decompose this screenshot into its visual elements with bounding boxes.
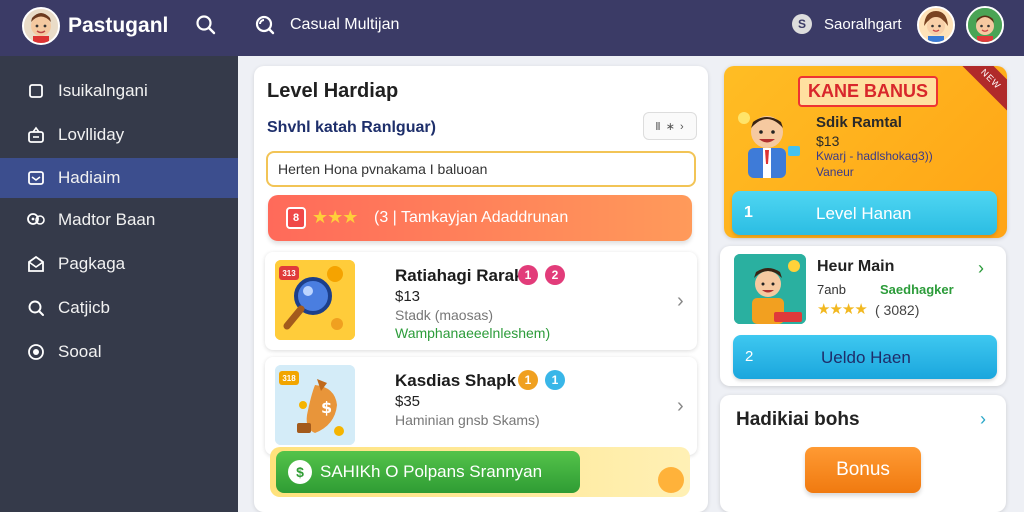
page-title: Level Hardiap (267, 80, 399, 102)
mode-label[interactable]: Casual Multijan (290, 16, 399, 34)
mascot-icon (738, 112, 800, 178)
sidebar-item-label: Pagkaga (58, 254, 126, 273)
mail-icon (26, 168, 46, 188)
sidebar-item-label: Catjicb (58, 298, 110, 317)
sidebar-item-social[interactable]: Sooal (0, 332, 238, 372)
product-price: $13 (395, 288, 421, 305)
bonus-price: $13 (816, 133, 840, 149)
coin-icon (658, 467, 684, 493)
price-tag: 318 (279, 371, 299, 385)
top-bar: Pastuganl Casual Multijan S Saoralhgart (0, 0, 1024, 56)
target-icon (26, 342, 46, 362)
count-badge: 1 (518, 370, 538, 390)
sidebar-item-home[interactable]: Isuikalngani (0, 71, 238, 111)
user-status-icon: S (792, 14, 812, 34)
search-icon (26, 298, 46, 318)
coin-icon: $ (288, 460, 312, 484)
sidebar-item-friends[interactable]: Madtor Baan (0, 200, 238, 240)
bonus-name: Sdik Ramtal (816, 114, 902, 131)
rating-count: ( 3082) (875, 302, 920, 318)
discover-icon[interactable] (252, 12, 278, 38)
girl-face-icon (919, 8, 953, 42)
sidebar-item-label: Madtor Baan (58, 210, 156, 229)
new-ribbon: NEW (954, 66, 1007, 116)
page-subtitle: Shvhl katah Ranlguar) (267, 119, 436, 136)
product-name: Kasdias Shapk (395, 371, 516, 390)
sidebar-item-packages[interactable]: Pagkaga (0, 244, 238, 284)
sidebar-item-label: Lovlliday (58, 125, 125, 144)
video-number: 2 (745, 348, 754, 365)
product-note: Wamphanaeeelnleshem) (395, 325, 551, 341)
sidebar: Isuikalngani Lovlliday Hadiaim Madtor Ba… (0, 56, 238, 512)
product-name: Ratiahagi Rarak (395, 266, 524, 285)
count-badge: 2 (545, 265, 565, 285)
action-bar: $ SAHIKh O Polpans Srannyan (270, 447, 690, 497)
sidebar-item-activity[interactable]: Lovlliday (0, 115, 238, 155)
video-button[interactable]: 2 Ueldo Haen (733, 335, 997, 379)
hero-tag: Saedhagker (880, 282, 954, 297)
badge-icon: 8 (286, 207, 306, 229)
level-label: Level Hanan (816, 204, 912, 223)
search-icon[interactable] (193, 12, 219, 38)
search-input[interactable] (266, 151, 696, 187)
sidebar-item-label: Sooal (58, 342, 102, 361)
character-icon (734, 254, 806, 324)
star-rating: ★★★★ (817, 301, 868, 318)
sidebar-item-search[interactable]: Catjicb (0, 288, 238, 328)
product-price: $35 (395, 393, 421, 410)
hero-thumbnail[interactable] (734, 254, 806, 324)
tips-title: Hadikiai bohs (736, 409, 860, 430)
count-badge: 1 (545, 370, 565, 390)
promo-text: (3 | Tamkayjan Adaddrunan (374, 209, 569, 226)
chevron-right-icon[interactable]: › (980, 409, 986, 430)
tips-card: Hadikiai bohs › Bonus (720, 395, 1006, 512)
price-tag: 313 (279, 266, 299, 280)
bonus-detail: Vaneur (816, 165, 854, 179)
product-description: Stadk (maosas) (395, 307, 494, 323)
list-item[interactable]: $ 318 Kasdias Shapk 1 1 $35 Haminian gns… (265, 357, 697, 455)
level-button[interactable]: 1 Level Hanan (732, 191, 997, 235)
chevron-right-icon[interactable]: › (978, 258, 984, 279)
level-panel: Level Hardiap Shvhl katah Ranlguar) Ⅱ ∗ … (254, 66, 708, 512)
play-now-button[interactable]: $ SAHIKh O Polpans Srannyan (276, 451, 580, 493)
money-bag-thumbnail: $ 318 (275, 365, 355, 445)
level-number: 1 (744, 204, 753, 221)
bonus-button[interactable]: Bonus (805, 447, 921, 493)
sidebar-item-label: Hadiaim (58, 168, 121, 187)
list-item[interactable]: 313 Ratiahagi Rarak 1 2 $13 Stadk (maosa… (265, 252, 697, 350)
boy-face-icon (24, 9, 58, 43)
sidebar-item-messages[interactable]: Hadiaim (0, 158, 238, 198)
chevron-right-icon[interactable]: › (677, 290, 684, 313)
user-name[interactable]: Saoralhgart (824, 16, 902, 33)
play-now-label: SAHIKh O Polpans Srannyan (320, 462, 543, 481)
app-name: Pastuganl (68, 14, 169, 37)
bonus-title: KANE BANUS (798, 76, 939, 107)
sidebar-item-label: Isuikalngani (58, 81, 148, 100)
hero-subtitle: 7anb (817, 282, 846, 297)
magnifier-thumbnail: 313 (275, 260, 355, 340)
count-badge: 1 (518, 265, 538, 285)
boy-face-icon (968, 8, 1002, 42)
svg-text:$: $ (321, 398, 332, 417)
brand-avatar[interactable] (22, 7, 60, 45)
video-label: Ueldo Haen (821, 348, 911, 367)
promo-banner[interactable]: 8 ★★★ (3 | Tamkayjan Adaddrunan (268, 195, 692, 241)
hero-title: Heur Main (817, 258, 895, 275)
people-icon (26, 210, 46, 230)
avatar[interactable] (966, 6, 1004, 44)
product-description: Haminian gnsb Skams) (395, 412, 540, 428)
square-icon (26, 81, 46, 101)
avatar[interactable] (917, 6, 955, 44)
bonus-detail: Kwarj - hadlshokag3)) (816, 149, 933, 163)
character-illustration (732, 102, 802, 180)
chevron-right-icon[interactable]: › (677, 395, 684, 418)
inbox-icon (26, 125, 46, 145)
envelope-icon (26, 254, 46, 274)
star-rating: ★★★ (312, 207, 358, 227)
view-toggle-button[interactable]: Ⅱ ∗ › (643, 112, 697, 140)
